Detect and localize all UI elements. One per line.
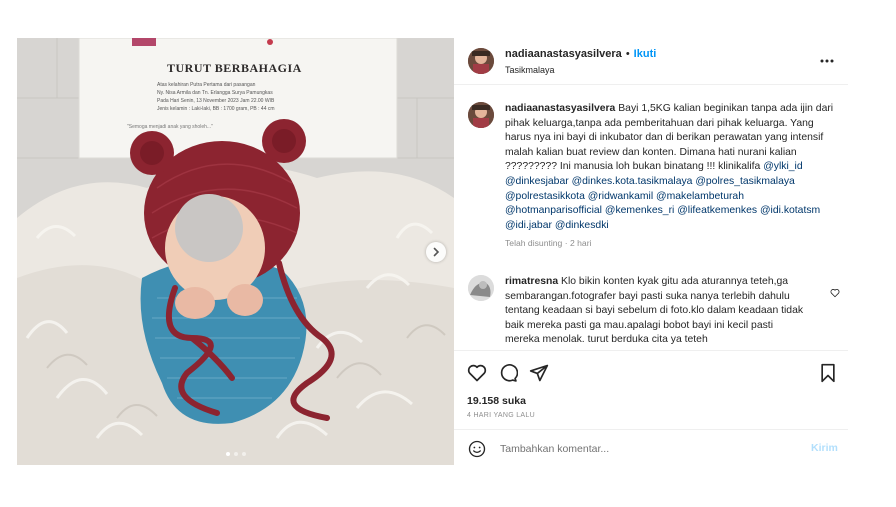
mention-link[interactable]: @ylki_id <box>763 161 802 172</box>
follow-button[interactable]: Ikuti <box>634 48 657 60</box>
sign-title: TURUT BERBAHAGIA <box>167 61 302 75</box>
mention-link[interactable]: @idi.kotatsm <box>760 205 820 216</box>
carousel-dot <box>241 452 246 456</box>
carousel-dot <box>225 452 230 456</box>
mention-link[interactable]: @makelambeturah <box>656 191 744 202</box>
mention-link[interactable]: @dinkesjabar <box>505 176 569 187</box>
post-details-panel: nadiaanastasyasilvera • Ikuti Tasikmalaya … <box>454 38 848 465</box>
like-comment-heart-icon[interactable] <box>830 288 840 298</box>
header-separator: • <box>625 48 630 60</box>
mention-link[interactable]: @dinkesdki <box>555 220 609 231</box>
post-comment-button[interactable]: Kirim <box>811 442 838 454</box>
sign-line: Pada Hari Senin, 13 November 2023 Jam 22… <box>157 98 275 104</box>
mention-link[interactable]: @kemenkes_ri <box>605 205 674 216</box>
mention-link[interactable]: @dinkes.kota.tasikmalaya <box>572 176 693 187</box>
carousel-dot <box>233 452 238 456</box>
caption-username[interactable]: nadiaanastasyasilvera <box>505 103 615 114</box>
author-avatar[interactable] <box>468 48 494 74</box>
commenter-avatar[interactable] <box>468 275 494 301</box>
comment-bubble-icon[interactable] <box>498 363 518 383</box>
mention-link[interactable]: @lifeatkemenkes <box>677 205 757 216</box>
comment-item: rimatresna Klo bikin konten kyak gitu ad… <box>505 275 810 348</box>
commenter-username[interactable]: rimatresna <box>505 276 558 287</box>
mention-link[interactable]: @polres_tasikmalaya <box>695 176 795 187</box>
author-username[interactable]: nadiaanastasyasilvera <box>505 48 622 60</box>
more-horizontal-icon[interactable] <box>820 59 834 63</box>
carousel-next-button[interactable] <box>426 242 446 262</box>
like-heart-icon[interactable] <box>467 363 487 383</box>
caption-meta: Telah disunting · 2 hari <box>505 238 592 249</box>
avatar-image <box>468 275 494 301</box>
instagram-post: TURUT BERBAHAGIA Atas kelahiran Putra Pe… <box>17 38 848 465</box>
post-caption: nadiaanastasyasilvera Bayi 1,5KG kalian … <box>505 102 835 251</box>
sign-line: Jenis kelamin : Laki-laki, BB : 1700 gra… <box>157 106 275 112</box>
share-send-icon[interactable] <box>529 363 549 383</box>
comments-section[interactable]: nadiaanastasyasilvera Bayi 1,5KG kalian … <box>454 85 848 349</box>
caption-author-avatar[interactable] <box>468 102 494 128</box>
mention-link[interactable]: @ridwankamil <box>588 191 653 202</box>
header-line: nadiaanastasyasilvera • Ikuti <box>505 48 656 60</box>
sign-line: Ny. Nisa Armila dan Tn. Erlangga Surya P… <box>157 90 273 96</box>
sign-line: Atas kelahiran Putra Pertama dari pasang… <box>157 82 256 88</box>
emoji-smiley-icon[interactable] <box>468 440 486 458</box>
add-comment-input[interactable] <box>500 440 790 457</box>
chevron-right-icon <box>433 247 440 257</box>
post-actions: 19.158 suka 4 HARI YANG LALU Kirim <box>454 350 848 466</box>
post-header: nadiaanastasyasilvera • Ikuti Tasikmalaya <box>454 38 848 85</box>
carousel-indicators <box>17 452 454 456</box>
likes-count[interactable]: 19.158 suka <box>467 395 526 407</box>
mention-link[interactable]: @idi.jabar <box>505 220 552 231</box>
avatar-image <box>468 102 494 128</box>
comment-composer: Kirim <box>454 429 848 467</box>
sign-line: "Semoga menjadi anak yang sholeh..." <box>127 124 213 130</box>
post-photo[interactable]: TURUT BERBAHAGIA Atas kelahiran Putra Pe… <box>17 38 454 465</box>
avatar-image <box>468 48 494 74</box>
post-timestamp: 4 HARI YANG LALU <box>467 412 535 419</box>
mention-link[interactable]: @polrestasikkota <box>505 191 585 202</box>
bookmark-save-icon[interactable] <box>819 363 837 383</box>
mention-link[interactable]: @hotmanparisofficial <box>505 205 602 216</box>
location-link[interactable]: Tasikmalaya <box>505 65 555 75</box>
